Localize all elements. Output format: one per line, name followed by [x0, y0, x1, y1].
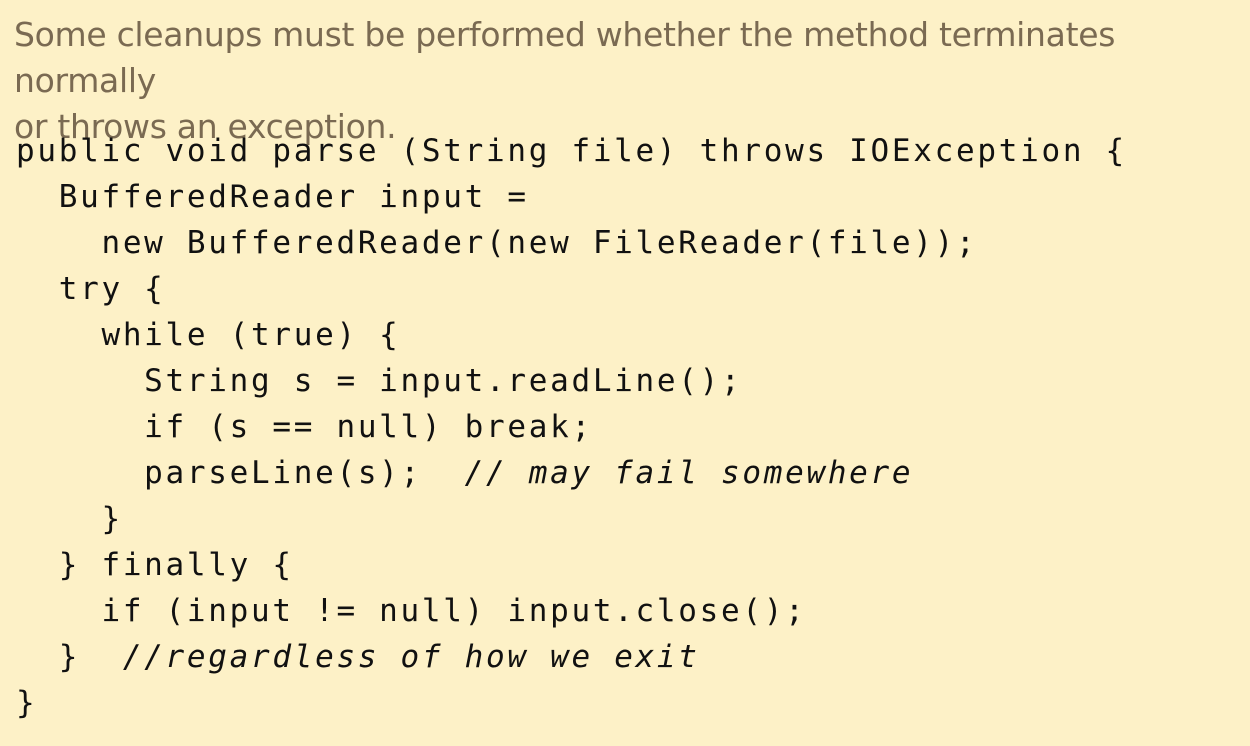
code-line-10: } finally { [16, 542, 1127, 588]
code-text: public void parse (String file) throws I… [16, 133, 1127, 169]
code-text: } [16, 501, 123, 537]
code-text: try { [16, 271, 166, 307]
code-text: } [16, 685, 38, 721]
code-text: if (input != null) input.close(); [16, 593, 807, 629]
code-text: String s = input.readLine(); [16, 363, 743, 399]
code-text: } [16, 639, 123, 675]
code-text: } finally { [16, 547, 294, 583]
code-line-12: } //regardless of how we exit [16, 634, 1127, 680]
intro-line-1: Some cleanups must be performed whether … [14, 15, 1116, 100]
code-text: BufferedReader input = [16, 179, 529, 215]
code-comment: //regardless of how we exit [122, 639, 700, 675]
code-line-6: String s = input.readLine(); [16, 358, 1127, 404]
code-line-4: try { [16, 266, 1127, 312]
code-line-9: } [16, 496, 1127, 542]
code-line-1: public void parse (String file) throws I… [16, 128, 1127, 174]
code-block: public void parse (String file) throws I… [16, 128, 1127, 726]
code-text: new BufferedReader(new FileReader(file))… [16, 225, 978, 261]
code-line-3: new BufferedReader(new FileReader(file))… [16, 220, 1127, 266]
code-text: if (s == null) break; [16, 409, 593, 445]
code-line-5: while (true) { [16, 312, 1127, 358]
code-comment: // may fail somewhere [464, 455, 914, 491]
code-line-11: if (input != null) input.close(); [16, 588, 1127, 634]
code-line-8: parseLine(s); // may fail somewhere [16, 450, 1127, 496]
code-line-13: } [16, 680, 1127, 726]
code-line-2: BufferedReader input = [16, 174, 1127, 220]
code-line-7: if (s == null) break; [16, 404, 1127, 450]
code-text: while (true) { [16, 317, 401, 353]
code-text: parseLine(s); [16, 455, 465, 491]
